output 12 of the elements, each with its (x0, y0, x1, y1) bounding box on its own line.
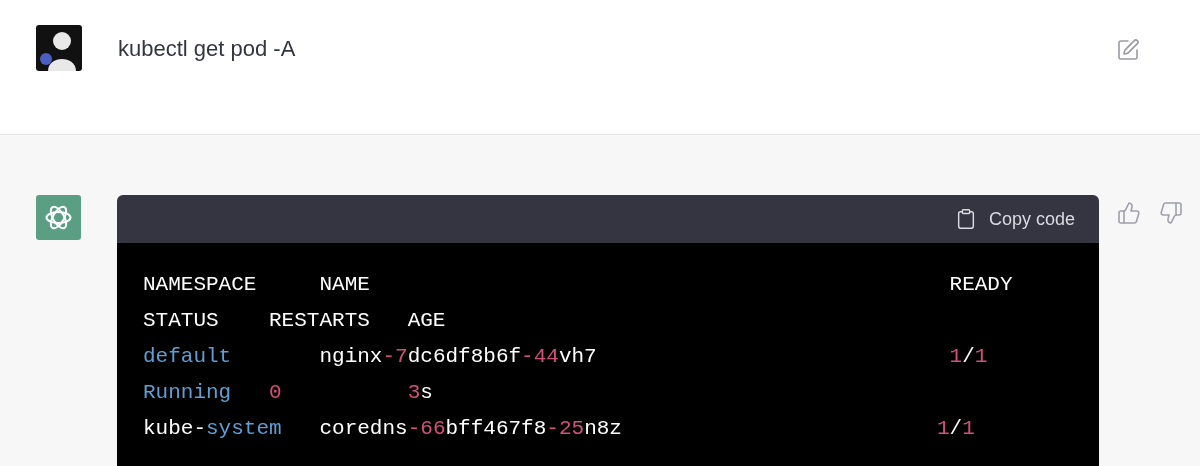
code-line: kube-system coredns-66bff467f8-25n8z 1/1 (143, 416, 975, 442)
user-avatar (36, 25, 82, 71)
copy-code-button[interactable]: Copy code (954, 205, 1075, 233)
code-line: Running 0 3s (143, 380, 433, 406)
code-line: STATUS RESTARTS AGE (143, 308, 446, 334)
thumbs-up-icon[interactable] (1117, 201, 1141, 225)
edit-icon[interactable] (1116, 38, 1140, 62)
prompt-text: kubectl get pod -A (118, 35, 296, 63)
thumbs-down-icon[interactable] (1159, 201, 1183, 225)
code-line: NAMESPACE NAME READY (143, 272, 1013, 298)
code-line: default nginx-7dc6df8b6f-44vh7 1/1 (143, 344, 988, 370)
assistant-avatar-icon (36, 195, 81, 240)
